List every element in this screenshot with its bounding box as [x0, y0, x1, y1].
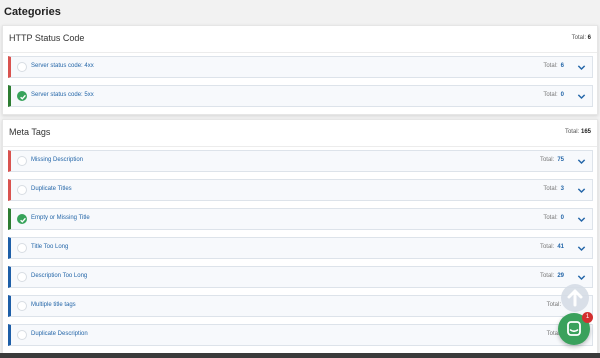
chevron-down-icon[interactable] [577, 63, 586, 72]
issue-total: Total: 29 [539, 273, 564, 279]
chevron-down-icon[interactable] [577, 157, 586, 166]
category-header[interactable]: HTTP Status Code Total: 6 [3, 26, 597, 53]
page-title: Categories [4, 6, 61, 18]
empty-circle-icon [17, 330, 27, 340]
scroll-to-top-button[interactable] [561, 284, 589, 312]
chevron-down-icon[interactable] [577, 244, 586, 253]
issue-total: Total: 6 [543, 63, 564, 69]
category-card-http-status: HTTP Status Code Total: 6 Server status … [2, 25, 598, 115]
issue-total: Total: 41 [539, 244, 564, 250]
category-total: Total: 6 [571, 35, 591, 41]
empty-circle-icon [17, 62, 27, 72]
category-title: HTTP Status Code [9, 33, 85, 43]
issue-label[interactable]: Server status code: 5xx [31, 92, 94, 98]
issue-row[interactable]: Description Too Long Total: 29 [8, 266, 593, 288]
issue-row[interactable]: Duplicate Titles Total: 3 [8, 179, 593, 201]
check-circle-icon [17, 91, 27, 101]
issue-total: Total: 0 [543, 215, 564, 221]
issue-label[interactable]: Server status code: 4xx [31, 63, 94, 69]
issue-total: Total: 3 [543, 186, 564, 192]
notification-badge: 1 [582, 312, 593, 323]
issue-row[interactable]: Missing Description Total: 75 [8, 150, 593, 172]
chevron-down-icon[interactable] [577, 186, 586, 195]
empty-circle-icon [17, 243, 27, 253]
category-header[interactable]: Meta Tags Total: 165 [3, 120, 597, 147]
category-card-meta-tags: Meta Tags Total: 165 Missing Description… [2, 119, 598, 355]
arrow-up-icon [567, 289, 583, 307]
empty-circle-icon [17, 272, 27, 282]
chevron-down-icon[interactable] [577, 273, 586, 282]
issue-label[interactable]: Missing Description [31, 157, 83, 163]
chevron-down-icon[interactable] [577, 215, 586, 224]
issue-row[interactable]: Title Too Long Total: 41 [8, 237, 593, 259]
chevron-down-icon[interactable] [577, 92, 586, 101]
category-title: Meta Tags [9, 127, 51, 137]
issue-total: Total: 75 [539, 157, 564, 163]
category-total: Total: 165 [564, 129, 591, 135]
issue-row[interactable]: Server status code: 4xx Total: 6 [8, 56, 593, 78]
issue-label[interactable]: Duplicate Description [31, 331, 88, 337]
issue-label[interactable]: Empty or Missing Title [31, 215, 90, 221]
empty-circle-icon [17, 301, 27, 311]
bottom-bar [0, 353, 600, 358]
issue-total: Total: 0 [543, 92, 564, 98]
issue-label[interactable]: Multiple title tags [31, 302, 76, 308]
issue-row[interactable]: Duplicate Description Total: [8, 324, 593, 346]
empty-circle-icon [17, 156, 27, 166]
check-circle-icon [17, 214, 27, 224]
issue-label[interactable]: Duplicate Titles [31, 186, 72, 192]
issue-row[interactable]: Server status code: 5xx Total: 0 [8, 85, 593, 107]
empty-circle-icon [17, 185, 27, 195]
issue-label[interactable]: Description Too Long [31, 273, 87, 279]
issue-label[interactable]: Title Too Long [31, 244, 68, 250]
issue-row[interactable]: Empty or Missing Title Total: 0 [8, 208, 593, 230]
issue-row[interactable]: Multiple title tags Total: [8, 295, 593, 317]
